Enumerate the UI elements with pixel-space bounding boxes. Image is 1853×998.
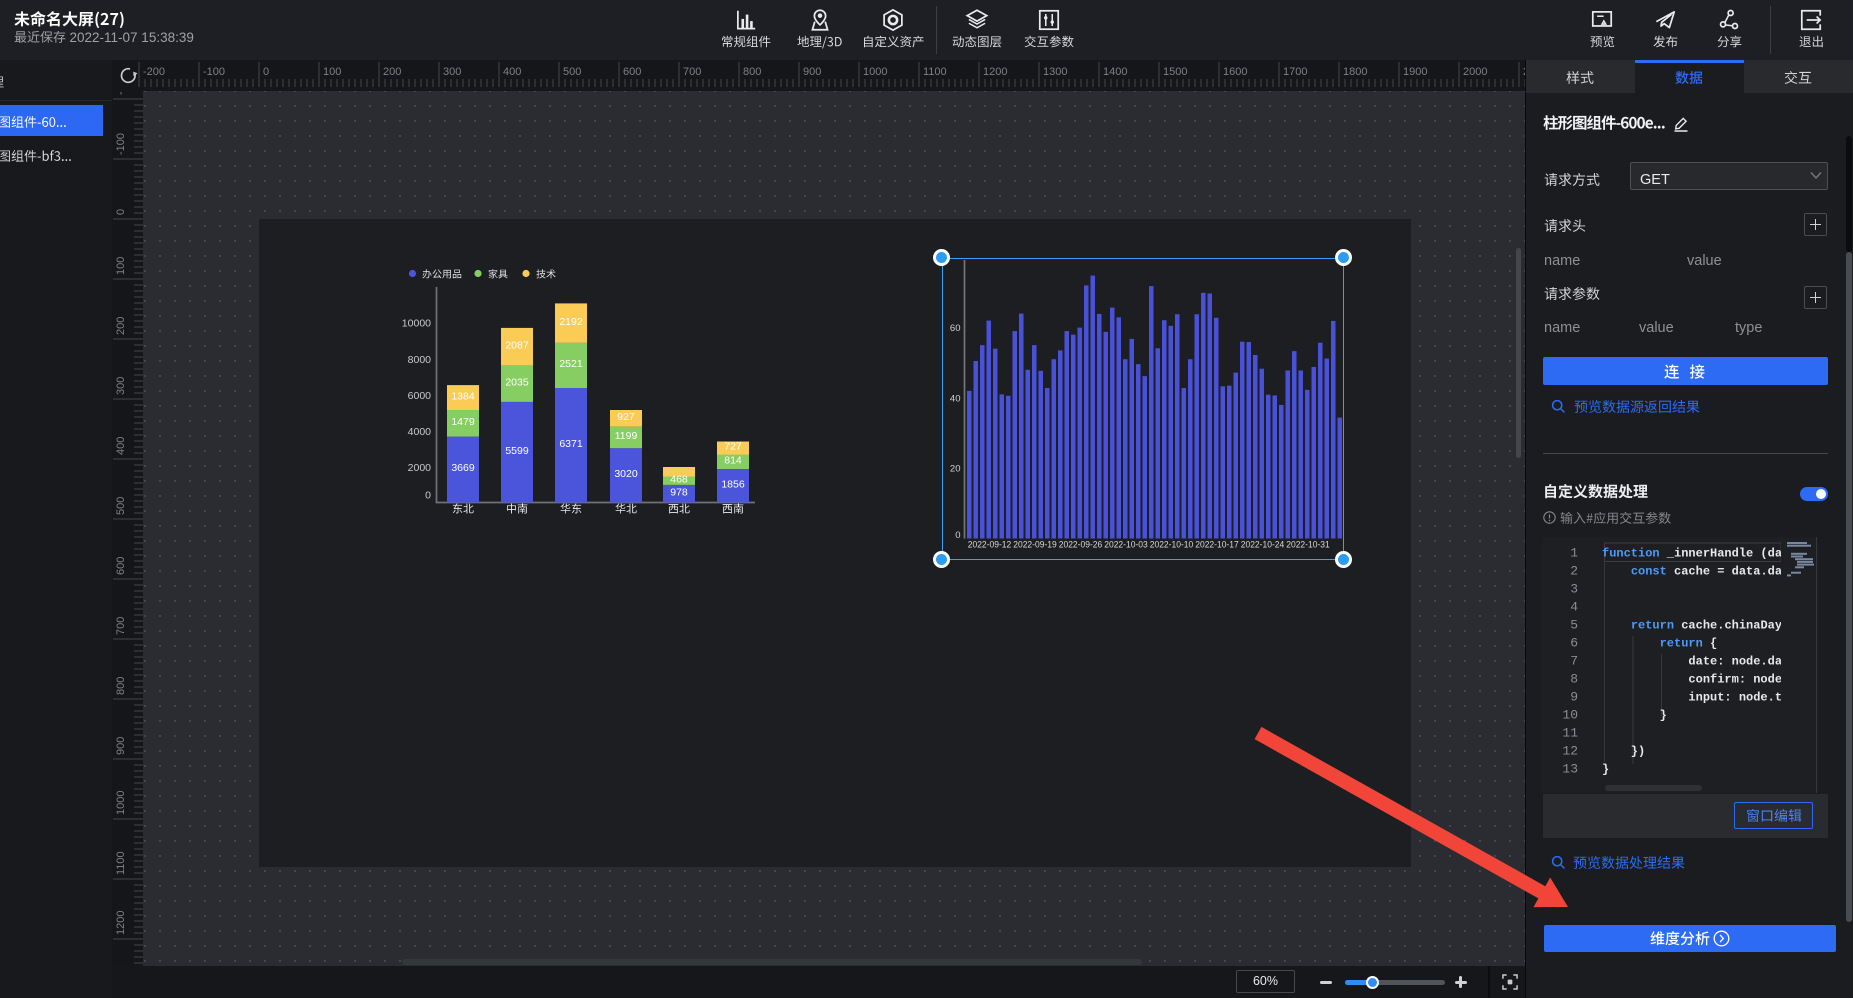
svg-text:1900: 1900 bbox=[1403, 66, 1427, 78]
svg-text:727: 727 bbox=[724, 441, 742, 453]
svg-text:2: 2 bbox=[1570, 564, 1578, 579]
svg-text:800: 800 bbox=[743, 66, 761, 78]
svg-text:return {: return { bbox=[1602, 637, 1717, 651]
svg-text:const cache = data.data: const cache = data.data bbox=[1602, 565, 1781, 579]
svg-text:100: 100 bbox=[323, 66, 341, 78]
svg-text:date: node.dateId,: date: node.dateId, bbox=[1602, 655, 1781, 669]
svg-text:600: 600 bbox=[115, 557, 127, 575]
svg-text:return cache.chinaDayList.map: return cache.chinaDayList.map bbox=[1602, 619, 1781, 633]
svg-text:3: 3 bbox=[1570, 582, 1578, 597]
svg-text:700: 700 bbox=[683, 66, 701, 78]
svg-text:1600: 1600 bbox=[1223, 66, 1247, 78]
svg-text:700: 700 bbox=[115, 617, 127, 635]
svg-text:1000: 1000 bbox=[863, 66, 887, 78]
svg-text:4: 4 bbox=[1570, 600, 1578, 615]
svg-text:-100: -100 bbox=[115, 133, 127, 155]
svg-text:}): }) bbox=[1602, 745, 1645, 759]
svg-text:500: 500 bbox=[563, 66, 581, 78]
svg-text:0: 0 bbox=[263, 66, 269, 78]
svg-text:2192: 2192 bbox=[559, 316, 583, 328]
svg-text:400: 400 bbox=[115, 437, 127, 455]
svg-text:0: 0 bbox=[425, 490, 431, 502]
svg-text:6371: 6371 bbox=[559, 438, 583, 450]
svg-text:3020: 3020 bbox=[614, 468, 638, 480]
svg-text:468: 468 bbox=[670, 473, 688, 485]
svg-text:6000: 6000 bbox=[408, 390, 432, 402]
svg-text:900: 900 bbox=[115, 737, 127, 755]
svg-text:1800: 1800 bbox=[1343, 66, 1367, 78]
svg-text:}: } bbox=[1602, 763, 1609, 777]
svg-text:1: 1 bbox=[1570, 546, 1578, 561]
svg-text:600: 600 bbox=[623, 66, 641, 78]
svg-text:0: 0 bbox=[115, 209, 127, 215]
svg-text:1856: 1856 bbox=[721, 479, 745, 491]
svg-text:978: 978 bbox=[670, 486, 688, 498]
svg-text:1700: 1700 bbox=[1283, 66, 1307, 78]
svg-text:200: 200 bbox=[383, 66, 401, 78]
svg-text:7: 7 bbox=[1570, 654, 1578, 669]
svg-text:10000: 10000 bbox=[402, 318, 431, 330]
svg-text:400: 400 bbox=[503, 66, 521, 78]
svg-text:2521: 2521 bbox=[559, 358, 583, 370]
svg-text:927: 927 bbox=[617, 411, 635, 423]
svg-text:8: 8 bbox=[1570, 672, 1578, 687]
svg-text:2035: 2035 bbox=[505, 376, 529, 388]
svg-text:2087: 2087 bbox=[505, 339, 529, 351]
svg-text:confirm: node.confi: confirm: node.confi bbox=[1602, 673, 1781, 687]
svg-text:100: 100 bbox=[115, 257, 127, 275]
svg-text:5599: 5599 bbox=[505, 445, 529, 457]
svg-text:1200: 1200 bbox=[983, 66, 1007, 78]
svg-text:900: 900 bbox=[803, 66, 821, 78]
svg-text:12: 12 bbox=[1562, 744, 1578, 759]
svg-text:8000: 8000 bbox=[408, 354, 432, 366]
svg-text:1500: 1500 bbox=[1163, 66, 1187, 78]
svg-text:13: 13 bbox=[1562, 762, 1578, 777]
svg-text:4000: 4000 bbox=[408, 426, 432, 438]
svg-text:11: 11 bbox=[1562, 726, 1578, 741]
svg-text:9: 9 bbox=[1570, 690, 1578, 705]
svg-text:1100: 1100 bbox=[923, 66, 947, 78]
svg-text:}: } bbox=[1602, 709, 1667, 723]
svg-text:-100: -100 bbox=[203, 66, 225, 78]
svg-text:input: node.totalIn: input: node.totalIn bbox=[1602, 691, 1781, 705]
svg-text:2000: 2000 bbox=[1463, 66, 1487, 78]
svg-text:814: 814 bbox=[724, 455, 742, 467]
svg-text:1400: 1400 bbox=[1103, 66, 1127, 78]
svg-text:1384: 1384 bbox=[451, 390, 475, 402]
svg-text:300: 300 bbox=[443, 66, 461, 78]
svg-text:10: 10 bbox=[1562, 708, 1578, 723]
svg-text:2000: 2000 bbox=[408, 462, 432, 474]
svg-text:6: 6 bbox=[1570, 636, 1578, 651]
svg-text:1479: 1479 bbox=[451, 416, 475, 428]
svg-text:800: 800 bbox=[115, 677, 127, 695]
svg-text:3669: 3669 bbox=[451, 462, 475, 474]
svg-text:-200: -200 bbox=[115, 91, 127, 95]
svg-text:1200: 1200 bbox=[115, 911, 127, 935]
svg-text:200: 200 bbox=[115, 317, 127, 335]
svg-text:1199: 1199 bbox=[615, 430, 638, 442]
svg-text:function _innerHandle (data) {: function _innerHandle (data) { bbox=[1602, 547, 1781, 561]
svg-text:1000: 1000 bbox=[115, 791, 127, 815]
svg-text:500: 500 bbox=[115, 497, 127, 515]
svg-text:-200: -200 bbox=[143, 66, 165, 78]
svg-text:1100: 1100 bbox=[115, 851, 127, 875]
svg-text:1300: 1300 bbox=[1043, 66, 1067, 78]
svg-text:300: 300 bbox=[115, 377, 127, 395]
svg-text:5: 5 bbox=[1570, 618, 1578, 633]
